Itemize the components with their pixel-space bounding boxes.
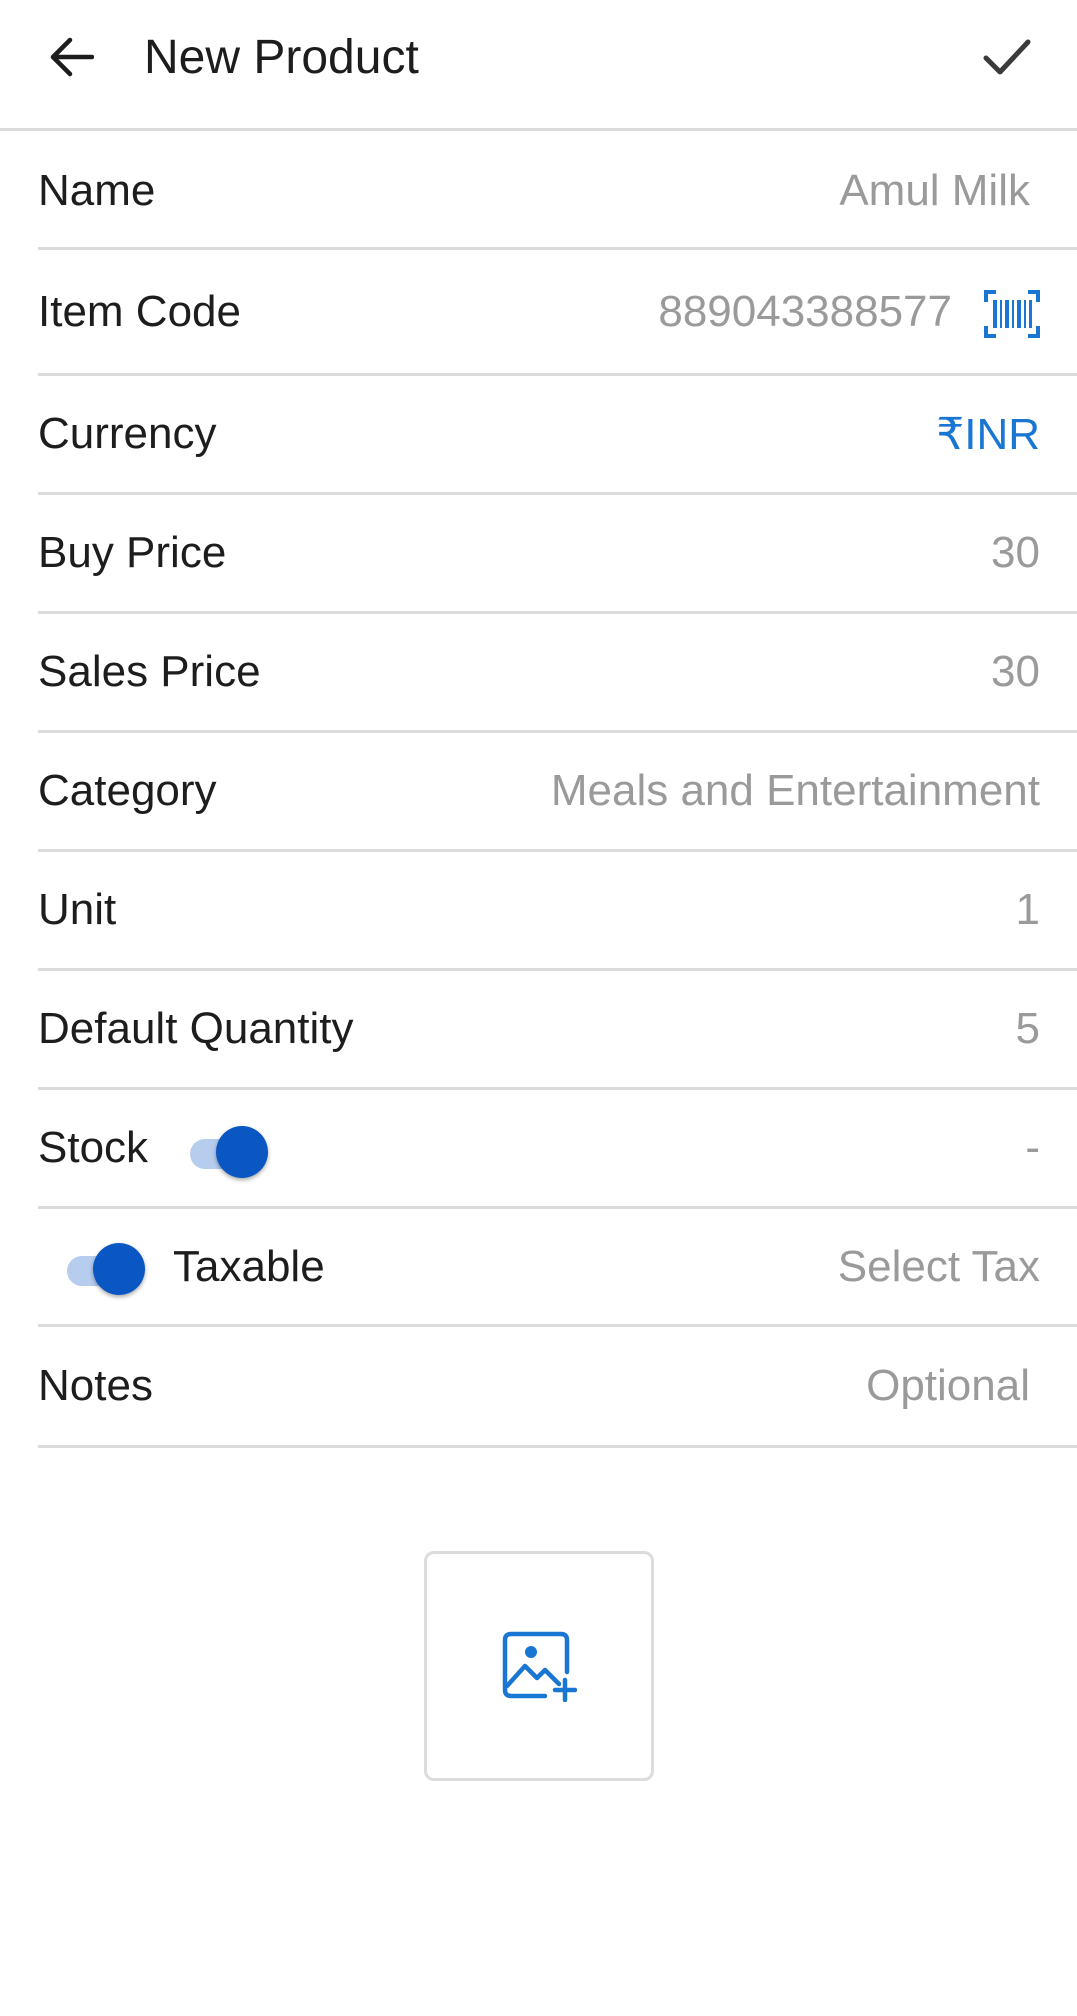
notes-input[interactable]: Optional [866,1361,1030,1411]
name-value[interactable]: Amul Milk [839,166,1030,216]
barcode-scan-icon[interactable] [984,290,1040,338]
select-tax-value[interactable]: Select Tax [838,1242,1040,1292]
check-icon [983,39,1031,75]
stock-switch-thumb [216,1126,269,1178]
buy-price-value[interactable]: 30 [991,528,1040,578]
currency-value[interactable]: ₹INR [936,409,1040,460]
sales-price-value[interactable]: 30 [991,647,1040,697]
currency-row[interactable]: Currency ₹INR [38,376,1077,495]
product-form: Name Amul Milk Item Code 889043388577 Cu… [0,134,1077,1448]
notes-row[interactable]: Notes Optional [38,1327,1077,1448]
unit-value[interactable]: 1 [1016,885,1040,935]
back-button[interactable] [36,22,106,92]
category-row[interactable]: Category Meals and Entertainment [38,733,1077,852]
unit-label: Unit [38,885,117,934]
taxable-row[interactable]: Taxable Select Tax [38,1209,1077,1327]
stock-switch[interactable] [186,1124,276,1180]
sales-price-label: Sales Price [38,647,261,696]
page-title: New Product [144,31,419,84]
arrow-back-icon [50,37,94,77]
sales-price-row[interactable]: Sales Price 30 [38,614,1077,733]
stock-label: Stock [38,1123,149,1172]
currency-label: Currency [38,409,217,458]
unit-row[interactable]: Unit 1 [38,852,1077,971]
buy-price-row[interactable]: Buy Price 30 [38,495,1077,614]
add-photo-icon [502,1631,577,1702]
save-button[interactable] [972,22,1042,92]
item-code-value[interactable]: 889043388577 [658,287,952,337]
notes-label: Notes [38,1361,153,1410]
default-quantity-value[interactable]: 5 [1016,1004,1040,1054]
add-image-button[interactable] [424,1551,654,1781]
item-code-label: Item Code [38,286,241,336]
default-quantity-label: Default Quantity [38,1004,354,1053]
buy-price-label: Buy Price [38,528,227,577]
item-code-row[interactable]: Item Code 889043388577 [38,250,1077,376]
taxable-switch[interactable] [63,1241,153,1297]
app-bar: New Product [0,0,1077,131]
category-label: Category [38,766,217,815]
stock-row[interactable]: Stock - [38,1090,1077,1209]
default-quantity-row[interactable]: Default Quantity 5 [38,971,1077,1090]
name-label: Name [38,165,156,215]
taxable-switch-thumb [93,1242,145,1295]
stock-value[interactable]: - [1025,1123,1040,1173]
taxable-label: Taxable [173,1241,325,1291]
category-value[interactable]: Meals and Entertainment [551,766,1040,816]
name-row[interactable]: Name Amul Milk [38,134,1077,250]
